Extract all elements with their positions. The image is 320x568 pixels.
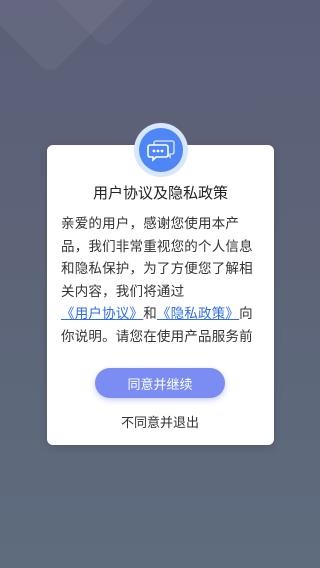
agree-continue-button[interactable]: 同意并继续 [95,368,225,398]
dialog-icon-badge [134,123,188,177]
dialog-title: 用户协议及隐私政策 [92,184,228,202]
user-agreement-link[interactable]: 《用户协议》 [61,306,143,322]
disagree-exit-button[interactable]: 不同意并退出 [95,413,225,435]
body-text-and: 和 [143,306,157,323]
dialog-body-text: 亲爱的用户，感谢您使用本产品，我们非常重视您的个人信息和隐私保护，为了方便您了解… [61,213,261,349]
body-text-intro: 亲爱的用户，感谢您使用本产品，我们非常重视您的个人信息和隐私保护，为了方便您了解… [61,216,253,300]
privacy-policy-link[interactable]: 《隐私政策》 [157,306,239,322]
privacy-dialog: 用户协议及隐私政策 亲爱的用户，感谢您使用本产品，我们非常重视您的个人信息和隐私… [47,145,274,445]
chat-bubble-icon [147,140,175,162]
